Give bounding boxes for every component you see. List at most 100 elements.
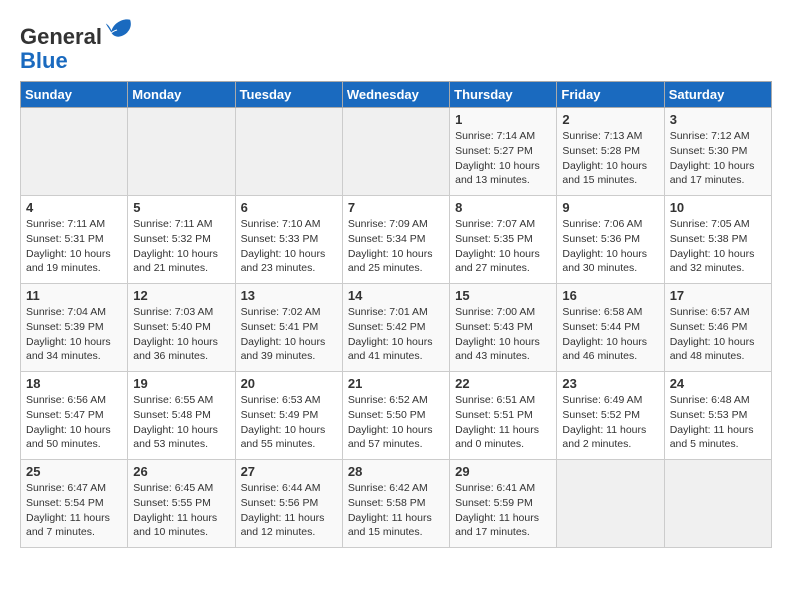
day-number: 5: [133, 200, 229, 215]
day-info: Sunrise: 7:10 AM Sunset: 5:33 PM Dayligh…: [241, 217, 337, 276]
day-info: Sunrise: 7:03 AM Sunset: 5:40 PM Dayligh…: [133, 305, 229, 364]
calendar-cell: 13 Sunrise: 7:02 AM Sunset: 5:41 PM Dayli…: [235, 284, 342, 372]
day-number: 22: [455, 376, 551, 391]
day-info: Sunrise: 6:42 AM Sunset: 5:58 PM Dayligh…: [348, 481, 444, 540]
day-number: 3: [670, 112, 766, 127]
day-header-thursday: Thursday: [450, 82, 557, 108]
day-number: 27: [241, 464, 337, 479]
day-header-monday: Monday: [128, 82, 235, 108]
day-number: 25: [26, 464, 122, 479]
day-number: 4: [26, 200, 122, 215]
calendar-cell: [128, 108, 235, 196]
calendar-header: General Blue: [20, 16, 772, 73]
day-number: 18: [26, 376, 122, 391]
logo-bird-icon: [104, 16, 132, 44]
calendar-cell: 8Sunrise: 7:07 AM Sunset: 5:35 PM Daylig…: [450, 196, 557, 284]
day-number: 21: [348, 376, 444, 391]
calendar-cell: 27 Sunrise: 6:44 AM Sunset: 5:56 PM Dayli…: [235, 460, 342, 548]
calendar-cell: 5 Sunrise: 7:11 AM Sunset: 5:32 PM Daylig…: [128, 196, 235, 284]
day-info: Sunrise: 7:09 AM Sunset: 5:34 PM Dayligh…: [348, 217, 444, 276]
day-number: 26: [133, 464, 229, 479]
day-header-friday: Friday: [557, 82, 664, 108]
day-info: Sunrise: 7:12 AM Sunset: 5:30 PM Dayligh…: [670, 129, 766, 188]
day-info: Sunrise: 7:11 AM Sunset: 5:32 PM Dayligh…: [133, 217, 229, 276]
day-number: 10: [670, 200, 766, 215]
calendar-cell: 7 Sunrise: 7:09 AM Sunset: 5:34 PM Daylig…: [342, 196, 449, 284]
calendar-cell: 14 Sunrise: 7:01 AM Sunset: 5:42 PM Dayli…: [342, 284, 449, 372]
week-row-1: 1 Sunrise: 7:14 AM Sunset: 5:27 PM Daylig…: [21, 108, 772, 196]
calendar-cell: 28 Sunrise: 6:42 AM Sunset: 5:58 PM Dayli…: [342, 460, 449, 548]
calendar-cell: 25 Sunrise: 6:47 AM Sunset: 5:54 PM Dayli…: [21, 460, 128, 548]
day-number: 7: [348, 200, 444, 215]
day-info: Sunrise: 6:52 AM Sunset: 5:50 PM Dayligh…: [348, 393, 444, 452]
day-info: Sunrise: 7:11 AM Sunset: 5:31 PM Dayligh…: [26, 217, 122, 276]
day-info: Sunrise: 7:02 AM Sunset: 5:41 PM Dayligh…: [241, 305, 337, 364]
day-number: 24: [670, 376, 766, 391]
week-row-2: 4 Sunrise: 7:11 AM Sunset: 5:31 PM Daylig…: [21, 196, 772, 284]
day-number: 6: [241, 200, 337, 215]
day-number: 23: [562, 376, 658, 391]
day-info: Sunrise: 6:57 AM Sunset: 5:46 PM Dayligh…: [670, 305, 766, 364]
calendar-cell: 10 Sunrise: 7:05 AM Sunset: 5:38 PM Dayli…: [664, 196, 771, 284]
calendar-cell: 22 Sunrise: 6:51 AM Sunset: 5:51 PM Dayli…: [450, 372, 557, 460]
calendar-cell: [664, 460, 771, 548]
day-info: Sunrise: 6:41 AM Sunset: 5:59 PM Dayligh…: [455, 481, 551, 540]
calendar-cell: 2Sunrise: 7:13 AM Sunset: 5:28 PM Daylig…: [557, 108, 664, 196]
day-info: Sunrise: 6:47 AM Sunset: 5:54 PM Dayligh…: [26, 481, 122, 540]
calendar-cell: 29 Sunrise: 6:41 AM Sunset: 5:59 PM Dayli…: [450, 460, 557, 548]
day-number: 11: [26, 288, 122, 303]
day-info: Sunrise: 6:45 AM Sunset: 5:55 PM Dayligh…: [133, 481, 229, 540]
calendar-cell: 21 Sunrise: 6:52 AM Sunset: 5:50 PM Dayli…: [342, 372, 449, 460]
day-header-sunday: Sunday: [21, 82, 128, 108]
day-number: 20: [241, 376, 337, 391]
day-number: 28: [348, 464, 444, 479]
day-number: 17: [670, 288, 766, 303]
day-number: 14: [348, 288, 444, 303]
day-info: Sunrise: 7:06 AM Sunset: 5:36 PM Dayligh…: [562, 217, 658, 276]
week-row-5: 25 Sunrise: 6:47 AM Sunset: 5:54 PM Dayli…: [21, 460, 772, 548]
day-header-tuesday: Tuesday: [235, 82, 342, 108]
day-number: 19: [133, 376, 229, 391]
calendar-cell: [557, 460, 664, 548]
day-info: Sunrise: 6:51 AM Sunset: 5:51 PM Dayligh…: [455, 393, 551, 452]
day-info: Sunrise: 7:01 AM Sunset: 5:42 PM Dayligh…: [348, 305, 444, 364]
week-row-3: 11 Sunrise: 7:04 AM Sunset: 5:39 PM Dayli…: [21, 284, 772, 372]
calendar-cell: 12 Sunrise: 7:03 AM Sunset: 5:40 PM Dayli…: [128, 284, 235, 372]
day-info: Sunrise: 6:49 AM Sunset: 5:52 PM Dayligh…: [562, 393, 658, 452]
day-number: 9: [562, 200, 658, 215]
day-info: Sunrise: 6:44 AM Sunset: 5:56 PM Dayligh…: [241, 481, 337, 540]
calendar-cell: 6 Sunrise: 7:10 AM Sunset: 5:33 PM Daylig…: [235, 196, 342, 284]
day-header-wednesday: Wednesday: [342, 82, 449, 108]
calendar-cell: 11 Sunrise: 7:04 AM Sunset: 5:39 PM Dayli…: [21, 284, 128, 372]
day-info: Sunrise: 6:53 AM Sunset: 5:49 PM Dayligh…: [241, 393, 337, 452]
day-number: 16: [562, 288, 658, 303]
day-info: Sunrise: 7:04 AM Sunset: 5:39 PM Dayligh…: [26, 305, 122, 364]
calendar-cell: 18 Sunrise: 6:56 AM Sunset: 5:47 PM Dayli…: [21, 372, 128, 460]
calendar-cell: 23 Sunrise: 6:49 AM Sunset: 5:52 PM Dayli…: [557, 372, 664, 460]
day-number: 15: [455, 288, 551, 303]
calendar-cell: 9 Sunrise: 7:06 AM Sunset: 5:36 PM Daylig…: [557, 196, 664, 284]
logo-blue-text: Blue: [20, 48, 68, 73]
day-number: 8: [455, 200, 551, 215]
day-number: 13: [241, 288, 337, 303]
logo: General Blue: [20, 16, 132, 73]
calendar-cell: 26 Sunrise: 6:45 AM Sunset: 5:55 PM Dayli…: [128, 460, 235, 548]
day-info: Sunrise: 6:55 AM Sunset: 5:48 PM Dayligh…: [133, 393, 229, 452]
day-info: Sunrise: 6:58 AM Sunset: 5:44 PM Dayligh…: [562, 305, 658, 364]
day-info: Sunrise: 7:00 AM Sunset: 5:43 PM Dayligh…: [455, 305, 551, 364]
day-info: Sunrise: 7:14 AM Sunset: 5:27 PM Dayligh…: [455, 129, 551, 188]
day-info: Sunrise: 7:05 AM Sunset: 5:38 PM Dayligh…: [670, 217, 766, 276]
calendar-cell: 15 Sunrise: 7:00 AM Sunset: 5:43 PM Dayli…: [450, 284, 557, 372]
calendar-cell: 24Sunrise: 6:48 AM Sunset: 5:53 PM Dayli…: [664, 372, 771, 460]
calendar-cell: 20 Sunrise: 6:53 AM Sunset: 5:49 PM Dayli…: [235, 372, 342, 460]
calendar-cell: 19 Sunrise: 6:55 AM Sunset: 5:48 PM Dayli…: [128, 372, 235, 460]
day-number: 12: [133, 288, 229, 303]
days-of-week-row: SundayMondayTuesdayWednesdayThursdayFrid…: [21, 82, 772, 108]
week-row-4: 18 Sunrise: 6:56 AM Sunset: 5:47 PM Dayli…: [21, 372, 772, 460]
day-number: 1: [455, 112, 551, 127]
day-info: Sunrise: 7:13 AM Sunset: 5:28 PM Dayligh…: [562, 129, 658, 188]
day-info: Sunrise: 6:56 AM Sunset: 5:47 PM Dayligh…: [26, 393, 122, 452]
day-number: 29: [455, 464, 551, 479]
day-header-saturday: Saturday: [664, 82, 771, 108]
calendar-cell: 16 Sunrise: 6:58 AM Sunset: 5:44 PM Dayli…: [557, 284, 664, 372]
